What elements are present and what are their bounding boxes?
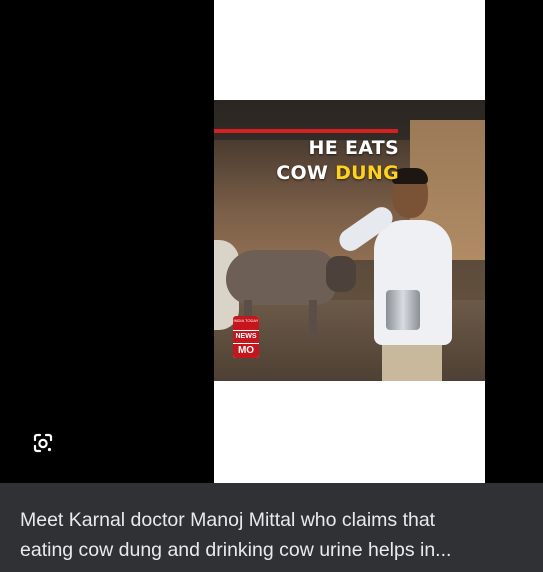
caption-panel[interactable]: Meet Karnal doctor Manoj Mittal who clai… (0, 483, 543, 572)
steel-can-figure (386, 290, 420, 330)
headline-line-1: HE EATS (308, 137, 399, 159)
logo-bottom-text: MO (233, 343, 259, 358)
headline-line-2: COW DUNG (276, 161, 399, 186)
caption-line-2: eating cow dung and drinking cow urine h… (20, 539, 452, 561)
caption-line-1: Meet Karnal doctor Manoj Mittal who clai… (20, 509, 436, 531)
headline-line-2-white: COW (276, 162, 336, 184)
cow-figure (226, 250, 336, 305)
headline-red-bar (214, 129, 398, 133)
logo-top-text: INDIA TODAY (233, 316, 259, 330)
news-channel-logo: INDIA TODAY NEWS MO (233, 316, 259, 358)
video-headline: HE EATS COW DUNG (276, 136, 399, 186)
image-viewer: HE EATS COW DUNG INDIA TODAY NEWS MO (0, 0, 543, 483)
video-thumbnail[interactable]: HE EATS COW DUNG INDIA TODAY NEWS MO (214, 100, 485, 381)
lens-search-button[interactable] (28, 428, 58, 458)
cow-leg (309, 300, 317, 340)
headline-line-2-yellow: DUNG (335, 162, 399, 184)
video-thumbnail-frame[interactable]: HE EATS COW DUNG INDIA TODAY NEWS MO (214, 0, 485, 483)
google-lens-icon (33, 433, 53, 453)
man-pants-figure (382, 340, 442, 381)
cow-head-figure (326, 256, 356, 292)
logo-mid-text: NEWS (233, 330, 259, 343)
